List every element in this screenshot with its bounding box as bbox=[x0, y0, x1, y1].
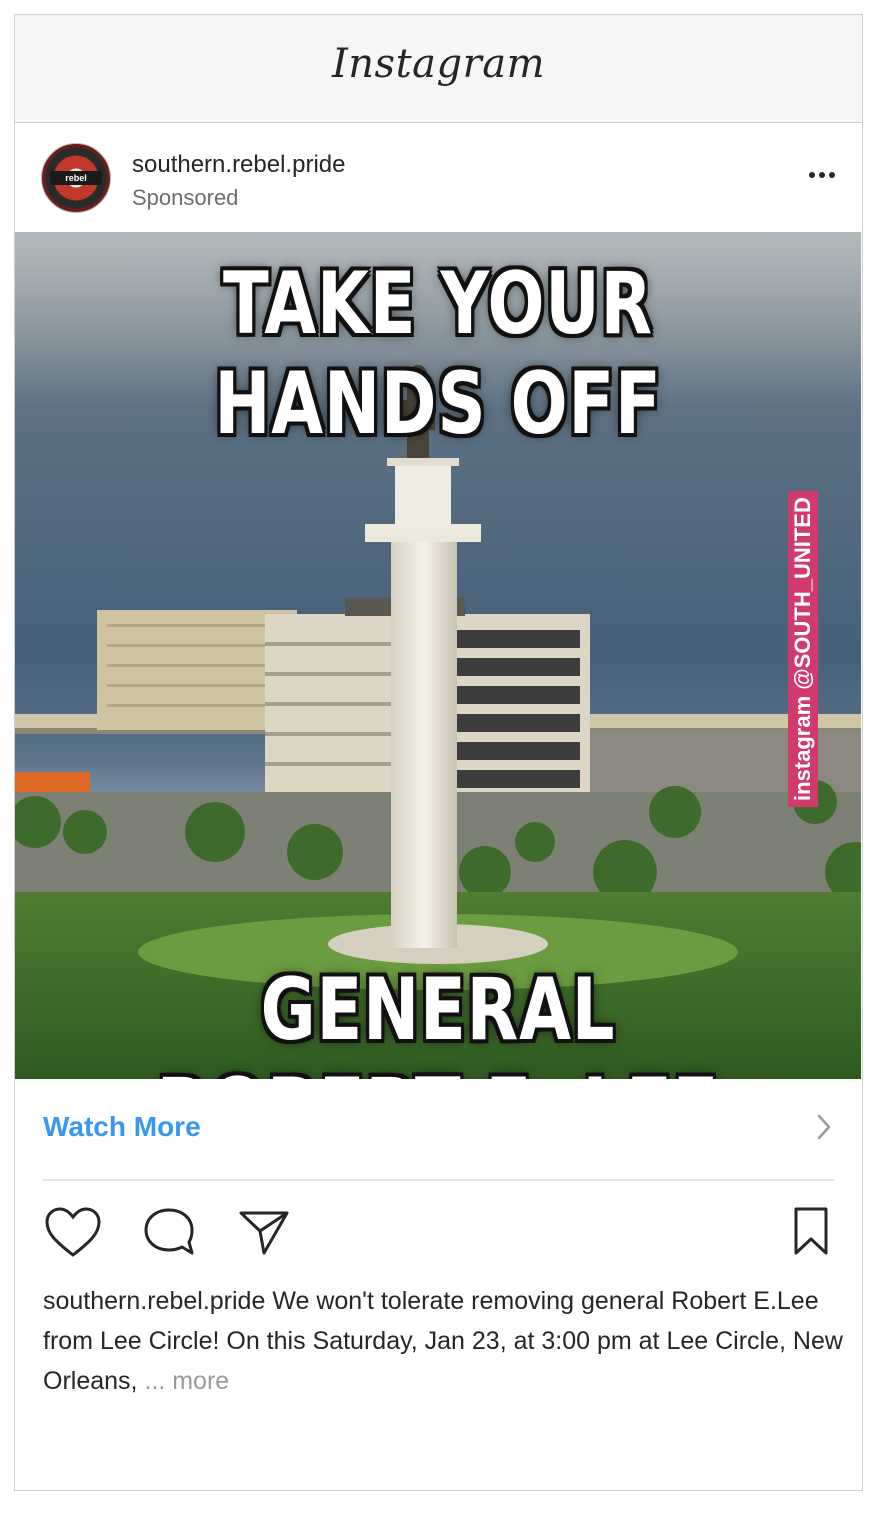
post-header: rebel southern.rebel.pride Sponsored bbox=[15, 123, 862, 232]
send-icon[interactable] bbox=[237, 1205, 291, 1264]
orange-sign bbox=[15, 772, 90, 794]
meme-top-text: TAKE YOUR HANDS OFF bbox=[214, 254, 662, 454]
sponsored-label: Sponsored bbox=[132, 185, 239, 210]
column-pedestal bbox=[395, 458, 451, 528]
watermark-text: instagram @SOUTH_UNITED bbox=[788, 491, 818, 807]
watch-more-label[interactable]: Watch More bbox=[43, 1111, 201, 1143]
post-username[interactable]: southern.rebel.pride bbox=[132, 151, 345, 179]
pedestal-cap bbox=[387, 458, 459, 466]
caption-username[interactable]: southern.rebel.pride bbox=[43, 1287, 265, 1315]
monument-column bbox=[391, 528, 457, 948]
post-caption: southern.rebel.pride We won't tolerate r… bbox=[43, 1281, 843, 1401]
instagram-logo[interactable]: Instagram bbox=[15, 41, 862, 87]
comment-icon[interactable] bbox=[141, 1205, 197, 1264]
bookmark-icon[interactable] bbox=[791, 1205, 831, 1264]
avatar-banner-text: rebel bbox=[65, 173, 87, 183]
meme-bottom-text: GENERAL ROBERT E. LEE bbox=[157, 960, 719, 1079]
chevron-right-icon[interactable] bbox=[816, 1113, 832, 1146]
caption-more-link[interactable]: more bbox=[165, 1367, 229, 1395]
more-icon-dot bbox=[809, 172, 815, 178]
post-image[interactable]: TAKE YOUR HANDS OFF GENERAL ROBERT E. LE… bbox=[15, 232, 861, 1079]
watch-more-cta[interactable]: Watch More bbox=[15, 1079, 862, 1179]
heart-icon[interactable] bbox=[43, 1205, 103, 1264]
more-icon-dot bbox=[819, 172, 825, 178]
more-icon-dot bbox=[829, 172, 835, 178]
avatar[interactable]: rebel bbox=[41, 143, 111, 213]
cta-divider bbox=[43, 1179, 834, 1181]
more-options-button[interactable] bbox=[804, 167, 840, 183]
phone-frame: Instagram rebel southern.rebel.pride Spo… bbox=[14, 14, 863, 1491]
post-actions bbox=[15, 1197, 862, 1267]
caption-ellipsis: ... bbox=[144, 1367, 166, 1395]
image-watermark: instagram @SOUTH_UNITED bbox=[788, 491, 822, 807]
app-header: Instagram bbox=[15, 15, 862, 123]
